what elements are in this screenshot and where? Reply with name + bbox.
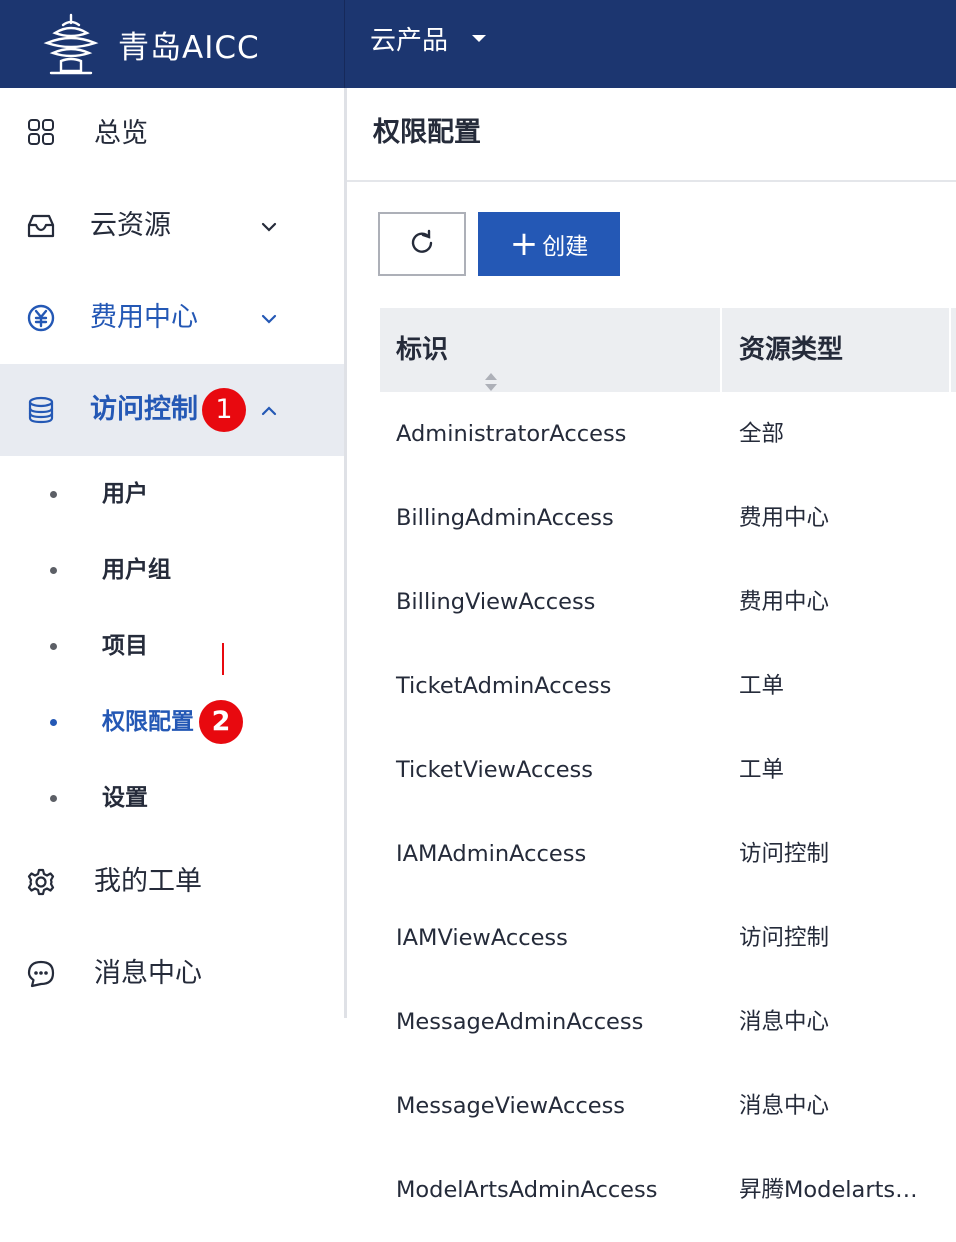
create-button-label: 创建	[542, 234, 589, 260]
column-header-resource-type: 资源类型	[739, 335, 844, 365]
column-separator	[949, 308, 951, 392]
title-divider	[347, 180, 956, 182]
cloud-products-label: 云产品	[370, 25, 449, 56]
plus-icon: +	[509, 224, 539, 264]
caret-down-icon	[472, 34, 487, 42]
chevron-down-icon	[258, 214, 280, 236]
brand-title: 青岛AICC	[118, 29, 260, 66]
sidebar-item-access-control[interactable]: 访问控制 1	[0, 364, 344, 456]
sidebar-item-label: 费用中心	[90, 302, 198, 333]
chat-bubble-icon	[26, 959, 56, 989]
cell-resource-type: 工单	[739, 757, 785, 783]
sidebar-item-label: 云资源	[90, 210, 171, 241]
grid-icon	[26, 117, 56, 147]
cell-identifier: MessageAdminAccess	[396, 1009, 644, 1035]
cell-resource-type: 工单	[739, 673, 785, 699]
refresh-button[interactable]	[378, 212, 466, 276]
cell-identifier: IAMAdminAccess	[396, 841, 587, 867]
table-row[interactable]: ModelArtsAdminAccess 昇腾Modelarts…	[380, 1148, 956, 1232]
sidebar-item-cloud-resources[interactable]: 云资源	[0, 180, 344, 272]
step-badge: 1	[202, 388, 246, 432]
sidebar-subitem-label: 设置	[102, 785, 148, 811]
cell-identifier: ModelArtsAdminAccess	[396, 1177, 658, 1203]
sidebar-subitem-user-groups[interactable]: 用户组	[0, 532, 344, 608]
database-icon	[26, 395, 56, 425]
cell-identifier: MessageViewAccess	[396, 1093, 626, 1119]
top-header: 青岛AICC 云产品	[0, 0, 956, 88]
cell-identifier: TicketViewAccess	[396, 757, 593, 783]
sidebar-subitem-permissions[interactable]: 权限配置 2	[0, 684, 344, 760]
sidebar-subitem-label: 项目	[102, 633, 148, 659]
column-header-label: 标识	[396, 335, 449, 365]
column-separator	[720, 308, 722, 392]
table-row[interactable]: BillingAdminAccess 费用中心	[380, 476, 956, 560]
gear-icon	[26, 867, 56, 897]
table-row[interactable]: AdministratorAccess 全部	[380, 392, 956, 476]
cell-identifier: TicketAdminAccess	[396, 673, 612, 699]
sidebar-item-my-tickets[interactable]: 我的工单	[0, 836, 344, 928]
table-row[interactable]: TicketAdminAccess 工单	[380, 644, 956, 728]
bullet-dot	[50, 795, 57, 802]
sidebar-subitem-projects[interactable]: 项目	[0, 608, 344, 684]
annotation-line	[222, 643, 224, 675]
page-title: 权限配置	[373, 117, 481, 148]
cell-identifier: BillingAdminAccess	[396, 505, 614, 531]
cloud-products-dropdown[interactable]: 云产品	[370, 0, 487, 76]
cell-identifier: BillingViewAccess	[396, 589, 596, 615]
cell-identifier: IAMViewAccess	[396, 925, 568, 951]
sidebar-item-overview[interactable]: 总览	[0, 88, 344, 180]
table-row[interactable]: BillingViewAccess 费用中心	[380, 560, 956, 644]
sidebar-item-label: 总览	[94, 118, 148, 149]
table-row[interactable]: MessageViewAccess 消息中心	[380, 1064, 956, 1148]
sort-icon[interactable]	[484, 342, 498, 391]
sidebar-item-label: 消息中心	[94, 958, 202, 989]
bullet-dot	[50, 719, 57, 726]
sidebar-item-label: 访问控制	[90, 394, 198, 425]
sidebar-subitem-label: 用户	[102, 481, 148, 507]
cell-resource-type: 费用中心	[739, 505, 830, 531]
table-row[interactable]: IAMAdminAccess 访问控制	[380, 812, 956, 896]
refresh-icon	[409, 229, 435, 259]
sidebar-subitem-users[interactable]: 用户	[0, 456, 344, 532]
chevron-down-icon	[258, 306, 280, 328]
sidebar-subitem-label: 权限配置	[102, 709, 194, 735]
inbox-icon	[26, 211, 56, 241]
bullet-dot	[50, 643, 57, 650]
cell-resource-type: 费用中心	[739, 589, 830, 615]
qingdao-tower-logo-icon	[38, 9, 104, 79]
cell-resource-type: 访问控制	[739, 841, 830, 867]
bullet-dot	[50, 491, 57, 498]
bullet-dot	[50, 567, 57, 574]
table-header: 标识 资源类型	[380, 308, 956, 392]
cell-identifier: AdministratorAccess	[396, 421, 627, 447]
brand[interactable]: 青岛AICC	[0, 0, 344, 88]
create-button[interactable]: + 创建	[478, 212, 620, 276]
column-header-id[interactable]: 标识	[396, 308, 497, 392]
sidebar-subitem-settings[interactable]: 设置	[0, 760, 344, 836]
table-row[interactable]: TicketViewAccess 工单	[380, 728, 956, 812]
sidebar-item-message-center[interactable]: 消息中心	[0, 928, 344, 1020]
table-row[interactable]: MessageAdminAccess 消息中心	[380, 980, 956, 1064]
sidebar-item-billing[interactable]: 费用中心	[0, 272, 344, 364]
sidebar-subitem-label: 用户组	[102, 557, 171, 583]
cell-resource-type: 消息中心	[739, 1093, 830, 1119]
yuan-circle-icon	[26, 303, 56, 333]
step-badge: 2	[199, 700, 243, 744]
sidebar-item-label: 我的工单	[94, 866, 202, 897]
chevron-up-icon	[258, 398, 280, 420]
cell-resource-type: 访问控制	[739, 925, 830, 951]
header-divider	[344, 0, 345, 88]
table-row[interactable]: IAMViewAccess 访问控制	[380, 896, 956, 980]
cell-resource-type: 消息中心	[739, 1009, 830, 1035]
cell-resource-type: 全部	[739, 421, 785, 447]
cell-resource-type: 昇腾Modelarts…	[739, 1177, 918, 1203]
